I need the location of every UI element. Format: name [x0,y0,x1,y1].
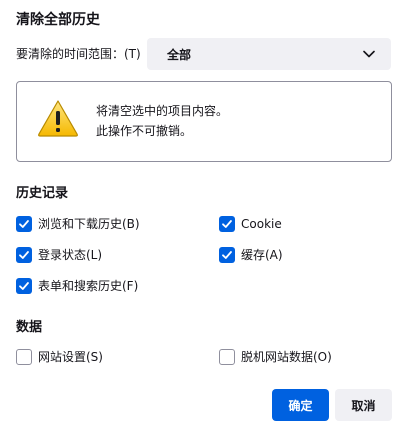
checkbox-label: 浏览和下载历史(B) [38,217,140,231]
checkbox-label: 缓存(A) [241,248,283,262]
checkbox-checked-icon [219,216,235,232]
checkbox-label: 网站设置(S) [38,350,103,364]
checkbox-checked-icon [16,247,32,263]
checkbox-label: 登录状态(L) [38,248,103,262]
dialog-title: 清除全部历史 [16,12,100,28]
checkbox-unchecked-icon [16,349,32,365]
checkbox-label: Cookie [241,217,282,231]
time-range-label: 要清除的时间范围：(T) [16,47,141,61]
checkbox-login-status[interactable]: 登录状态(L) [16,246,102,264]
checkbox-browsing-history[interactable]: 浏览和下载历史(B) [16,215,140,233]
checkbox-unchecked-icon [219,349,235,365]
checkbox-cache[interactable]: 缓存(A) [219,246,283,264]
checkbox-label: 脱机网站数据(O) [241,350,332,364]
ok-button[interactable]: 确定 [272,389,329,421]
checkbox-cookie[interactable]: Cookie [219,215,282,233]
checkbox-offline-data[interactable]: 脱机网站数据(O) [219,348,332,366]
checkbox-form-search-history[interactable]: 表单和搜索历史(F) [16,277,138,295]
warning-panel: 将清空选中的项目内容。 此操作不可撤销。 [16,81,392,162]
chevron-down-icon [363,50,375,58]
warning-text-2: 此操作不可撤销。 [96,124,193,138]
history-section-heading: 历史记录 [16,186,69,201]
warning-text-1: 将清空选中的项目内容。 [96,104,229,118]
data-section-heading: 数据 [16,320,43,335]
time-range-value: 全部 [167,47,192,62]
checkbox-checked-icon [16,216,32,232]
cancel-button[interactable]: 取消 [335,389,392,421]
checkbox-checked-icon [219,247,235,263]
warning-icon [37,99,79,137]
checkbox-checked-icon [16,278,32,294]
checkbox-site-settings[interactable]: 网站设置(S) [16,348,103,366]
checkbox-label: 表单和搜索历史(F) [38,279,139,293]
time-range-select[interactable]: 全部 [147,38,391,70]
